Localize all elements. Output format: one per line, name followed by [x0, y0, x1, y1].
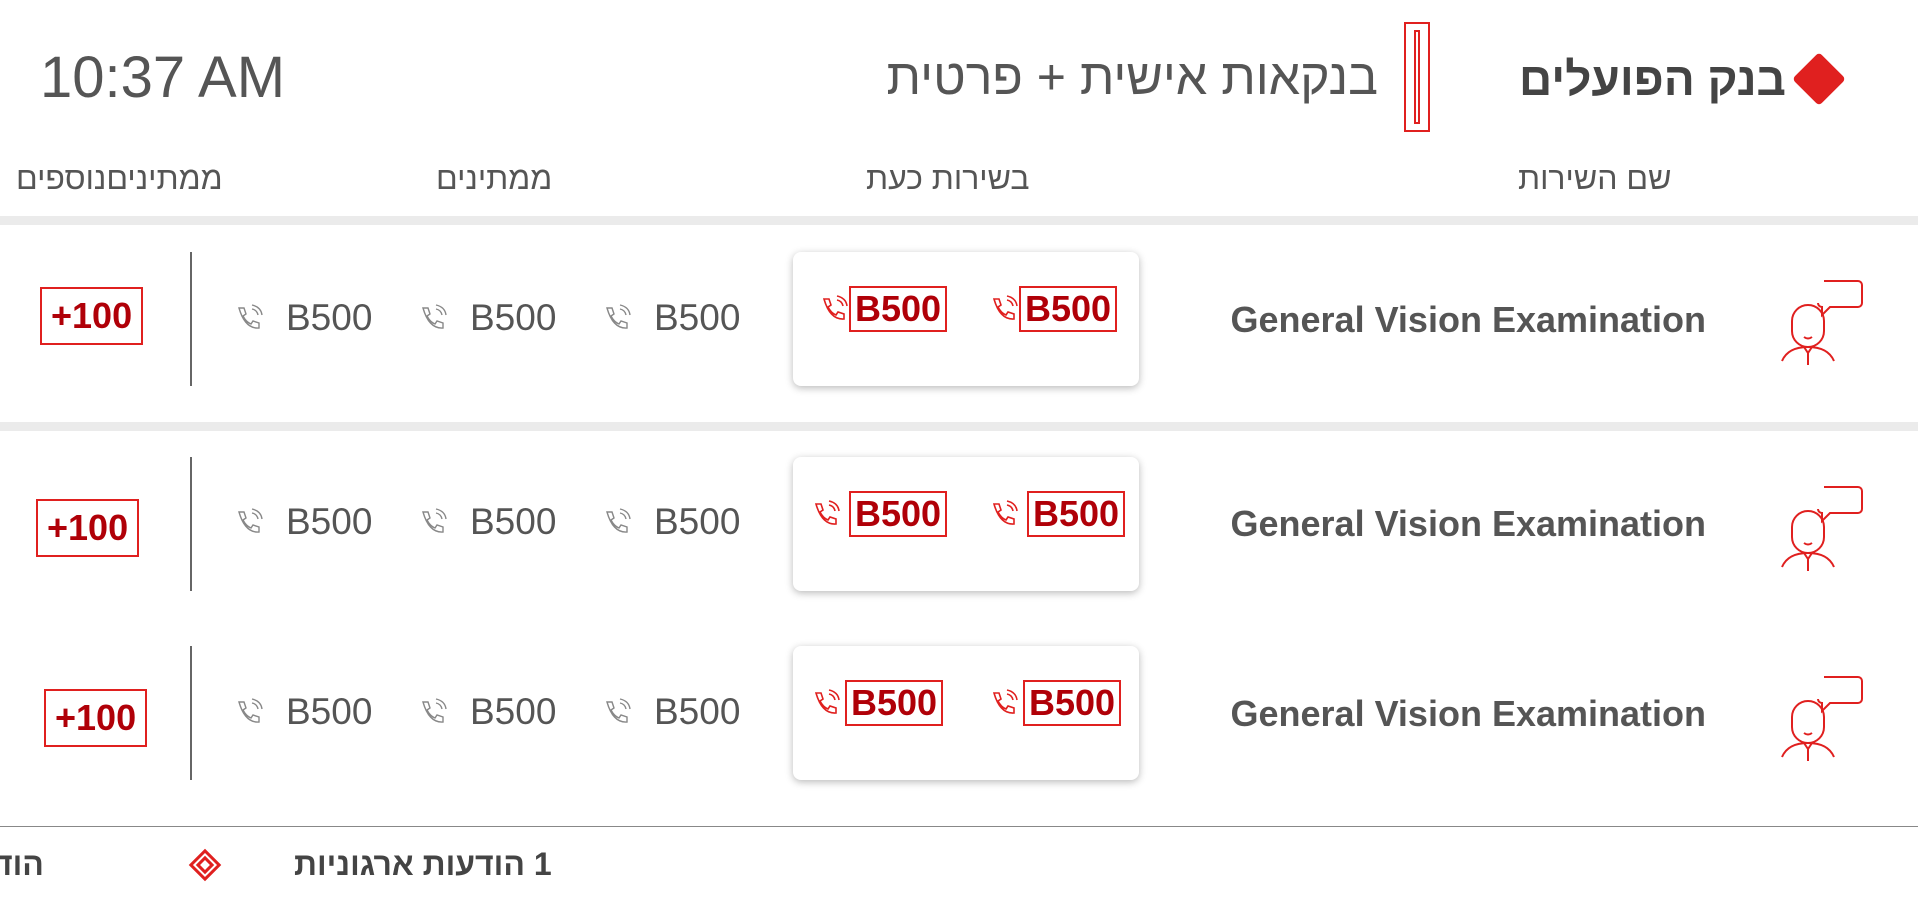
queue-row: General Vision Examination B500 B500 B50… — [0, 431, 1918, 621]
ticker-text: 1 הודעות ארגוניות — [294, 846, 552, 882]
column-divider — [190, 457, 192, 591]
more-waiting-badge: +100 — [40, 287, 144, 345]
ticket-number: B500 — [286, 501, 373, 542]
now-serving-card: B500 B500 — [793, 252, 1139, 386]
column-headers: שם השירות בשירות כעת ממתינים ממתיניםנוספ… — [0, 160, 1918, 200]
waiting-ticket: B500 — [602, 501, 740, 543]
waiting-ticket: B500 — [602, 691, 740, 733]
ticket-number: B500 — [654, 297, 741, 338]
now-serving-card: B500 B500 — [793, 646, 1139, 780]
ticket-number: B500 — [1023, 680, 1122, 726]
waiting-ticket: B500 — [234, 297, 372, 339]
diamond-outline-icon — [188, 848, 222, 882]
ticket-number: B500 — [654, 691, 741, 732]
phone-ringing-icon — [606, 698, 631, 723]
column-more-waiting: ממתיניםנוספים — [16, 160, 223, 196]
phone-ringing-icon — [606, 304, 631, 329]
now-serving-ticket: B500 — [811, 680, 944, 726]
service-name: General Vision Examination — [1230, 503, 1707, 544]
service-name: General Vision Examination — [1230, 693, 1707, 734]
more-waiting-badge: +100 — [36, 499, 140, 557]
ticket-number: B500 — [1027, 491, 1126, 537]
ticket-number: B500 — [849, 286, 948, 332]
ticket-number: B500 — [470, 691, 557, 732]
service-name: General Vision Examination — [1230, 299, 1707, 340]
waiting-ticket: B500 — [418, 501, 556, 543]
queue-row: General Vision Examination B500 B500 B50… — [0, 621, 1918, 811]
now-serving-ticket: B500 — [989, 680, 1122, 726]
header-divider-mark — [1404, 22, 1430, 132]
phone-ringing-icon — [814, 689, 840, 714]
phone-ringing-icon — [814, 500, 840, 525]
phone-ringing-icon — [992, 295, 1018, 320]
ticket-number: B500 — [849, 491, 948, 537]
more-waiting-badge: +100 — [44, 689, 148, 747]
header: 10:37 AM בנקאות אישית + פרטית בנק הפועלי… — [0, 0, 1918, 160]
ticket-number: B500 — [286, 297, 373, 338]
ticket-number: B500 — [654, 501, 741, 542]
phone-ringing-icon — [992, 689, 1018, 714]
brand-logo: בנק הפועלים — [1519, 52, 1846, 106]
now-serving-ticket: B500 — [811, 491, 948, 537]
brand-name: בנק הפועלים — [1519, 53, 1786, 105]
ticket-number: B500 — [845, 680, 944, 726]
customer-service-icon — [1781, 280, 1863, 365]
customer-service-icon — [1781, 676, 1863, 761]
column-waiting: ממתינים — [436, 160, 553, 196]
branch-title: בנקאות אישית + פרטית — [886, 49, 1378, 105]
now-serving-ticket: B500 — [819, 286, 948, 332]
now-serving-ticket: B500 — [989, 491, 1126, 537]
ticket-number: B500 — [286, 691, 373, 732]
waiting-ticket: B500 — [602, 297, 740, 339]
row-separator — [0, 422, 1918, 431]
waiting-ticket: B500 — [234, 501, 372, 543]
phone-ringing-icon — [238, 304, 263, 329]
column-now-serving: בשירות כעת — [866, 160, 1030, 196]
phone-ringing-icon — [238, 698, 263, 723]
phone-ringing-icon — [606, 508, 631, 533]
now-serving-ticket: B500 — [989, 286, 1118, 332]
column-service-name: שם השירות — [1518, 160, 1672, 196]
phone-ringing-icon — [822, 295, 848, 320]
customer-service-icon — [1781, 486, 1863, 571]
diamond-logo-icon — [1792, 52, 1846, 106]
waiting-ticket: B500 — [418, 691, 556, 733]
footer-divider — [0, 826, 1918, 827]
phone-ringing-icon — [992, 500, 1018, 525]
now-serving-card: B500 B500 — [793, 457, 1139, 591]
waiting-ticket: B500 — [234, 691, 372, 733]
ticket-number: B500 — [470, 297, 557, 338]
phone-ringing-icon — [422, 304, 447, 329]
phone-ringing-icon — [238, 508, 263, 533]
ticket-number: B500 — [470, 501, 557, 542]
phone-ringing-icon — [422, 698, 447, 723]
column-divider — [190, 252, 192, 386]
ticker-text-partial: הוד — [0, 846, 44, 882]
row-separator — [0, 216, 1918, 225]
column-divider — [190, 646, 192, 780]
queue-row: General Vision Examination B500 B500 B50… — [0, 225, 1918, 415]
clock: 10:37 AM — [40, 45, 286, 110]
phone-ringing-icon — [422, 508, 447, 533]
ticket-number: B500 — [1019, 286, 1118, 332]
waiting-ticket: B500 — [418, 297, 556, 339]
